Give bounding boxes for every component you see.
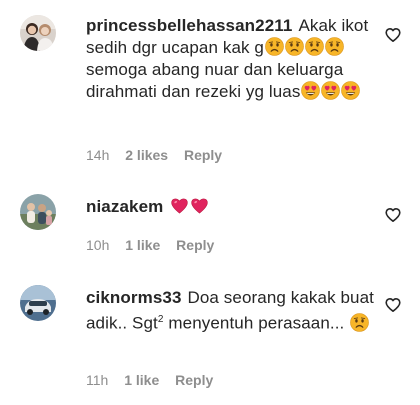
comment-text: menyentuh perasaan... <box>168 313 345 333</box>
sad-face-emoji <box>304 37 324 56</box>
avatar[interactable] <box>20 15 56 51</box>
reply-button[interactable]: Reply <box>175 372 213 388</box>
avatar[interactable] <box>20 194 56 230</box>
like-heart-icon[interactable] <box>385 27 401 43</box>
comment-meta: 11h 1 like Reply <box>86 372 225 388</box>
sad-face-emoji <box>264 37 284 56</box>
likes-count[interactable]: 1 like <box>124 372 159 388</box>
comment-body: niazakem <box>86 196 376 218</box>
red-heart-emoji <box>190 198 208 214</box>
like-heart-icon[interactable] <box>385 297 401 313</box>
likes-count[interactable]: 2 likes <box>125 147 168 163</box>
heart-eyes-emoji <box>320 81 340 100</box>
red-heart-emoji <box>170 198 188 214</box>
avatar[interactable] <box>20 285 56 321</box>
comment-meta: 10h 1 like Reply <box>86 237 226 253</box>
comment-body: ciknorms33 Doa seorang kakak buat adik.. … <box>86 287 376 335</box>
comment-username[interactable]: ciknorms33 <box>86 288 182 307</box>
comment-username[interactable]: niazakem <box>86 197 163 216</box>
likes-count[interactable]: 1 like <box>125 237 160 253</box>
sad-face-emoji <box>324 37 344 56</box>
comment-time: 10h <box>86 237 110 253</box>
sad-face-emoji <box>284 37 304 56</box>
reply-button[interactable]: Reply <box>176 237 214 253</box>
comment-meta: 14h 2 likes Reply <box>86 147 234 163</box>
comment-body: princessbellehassan2211 Akak ikot sedih d… <box>86 15 376 103</box>
heart-eyes-emoji <box>340 81 360 100</box>
comment-username[interactable]: princessbellehassan2211 <box>86 16 292 35</box>
heart-eyes-emoji <box>300 81 320 100</box>
comment-time: 11h <box>86 372 109 388</box>
like-heart-icon[interactable] <box>385 207 401 223</box>
comment-time: 14h <box>86 147 110 163</box>
reply-button[interactable]: Reply <box>184 147 222 163</box>
sad-face-emoji <box>349 312 369 332</box>
comment-superscript: 2 <box>157 314 164 325</box>
